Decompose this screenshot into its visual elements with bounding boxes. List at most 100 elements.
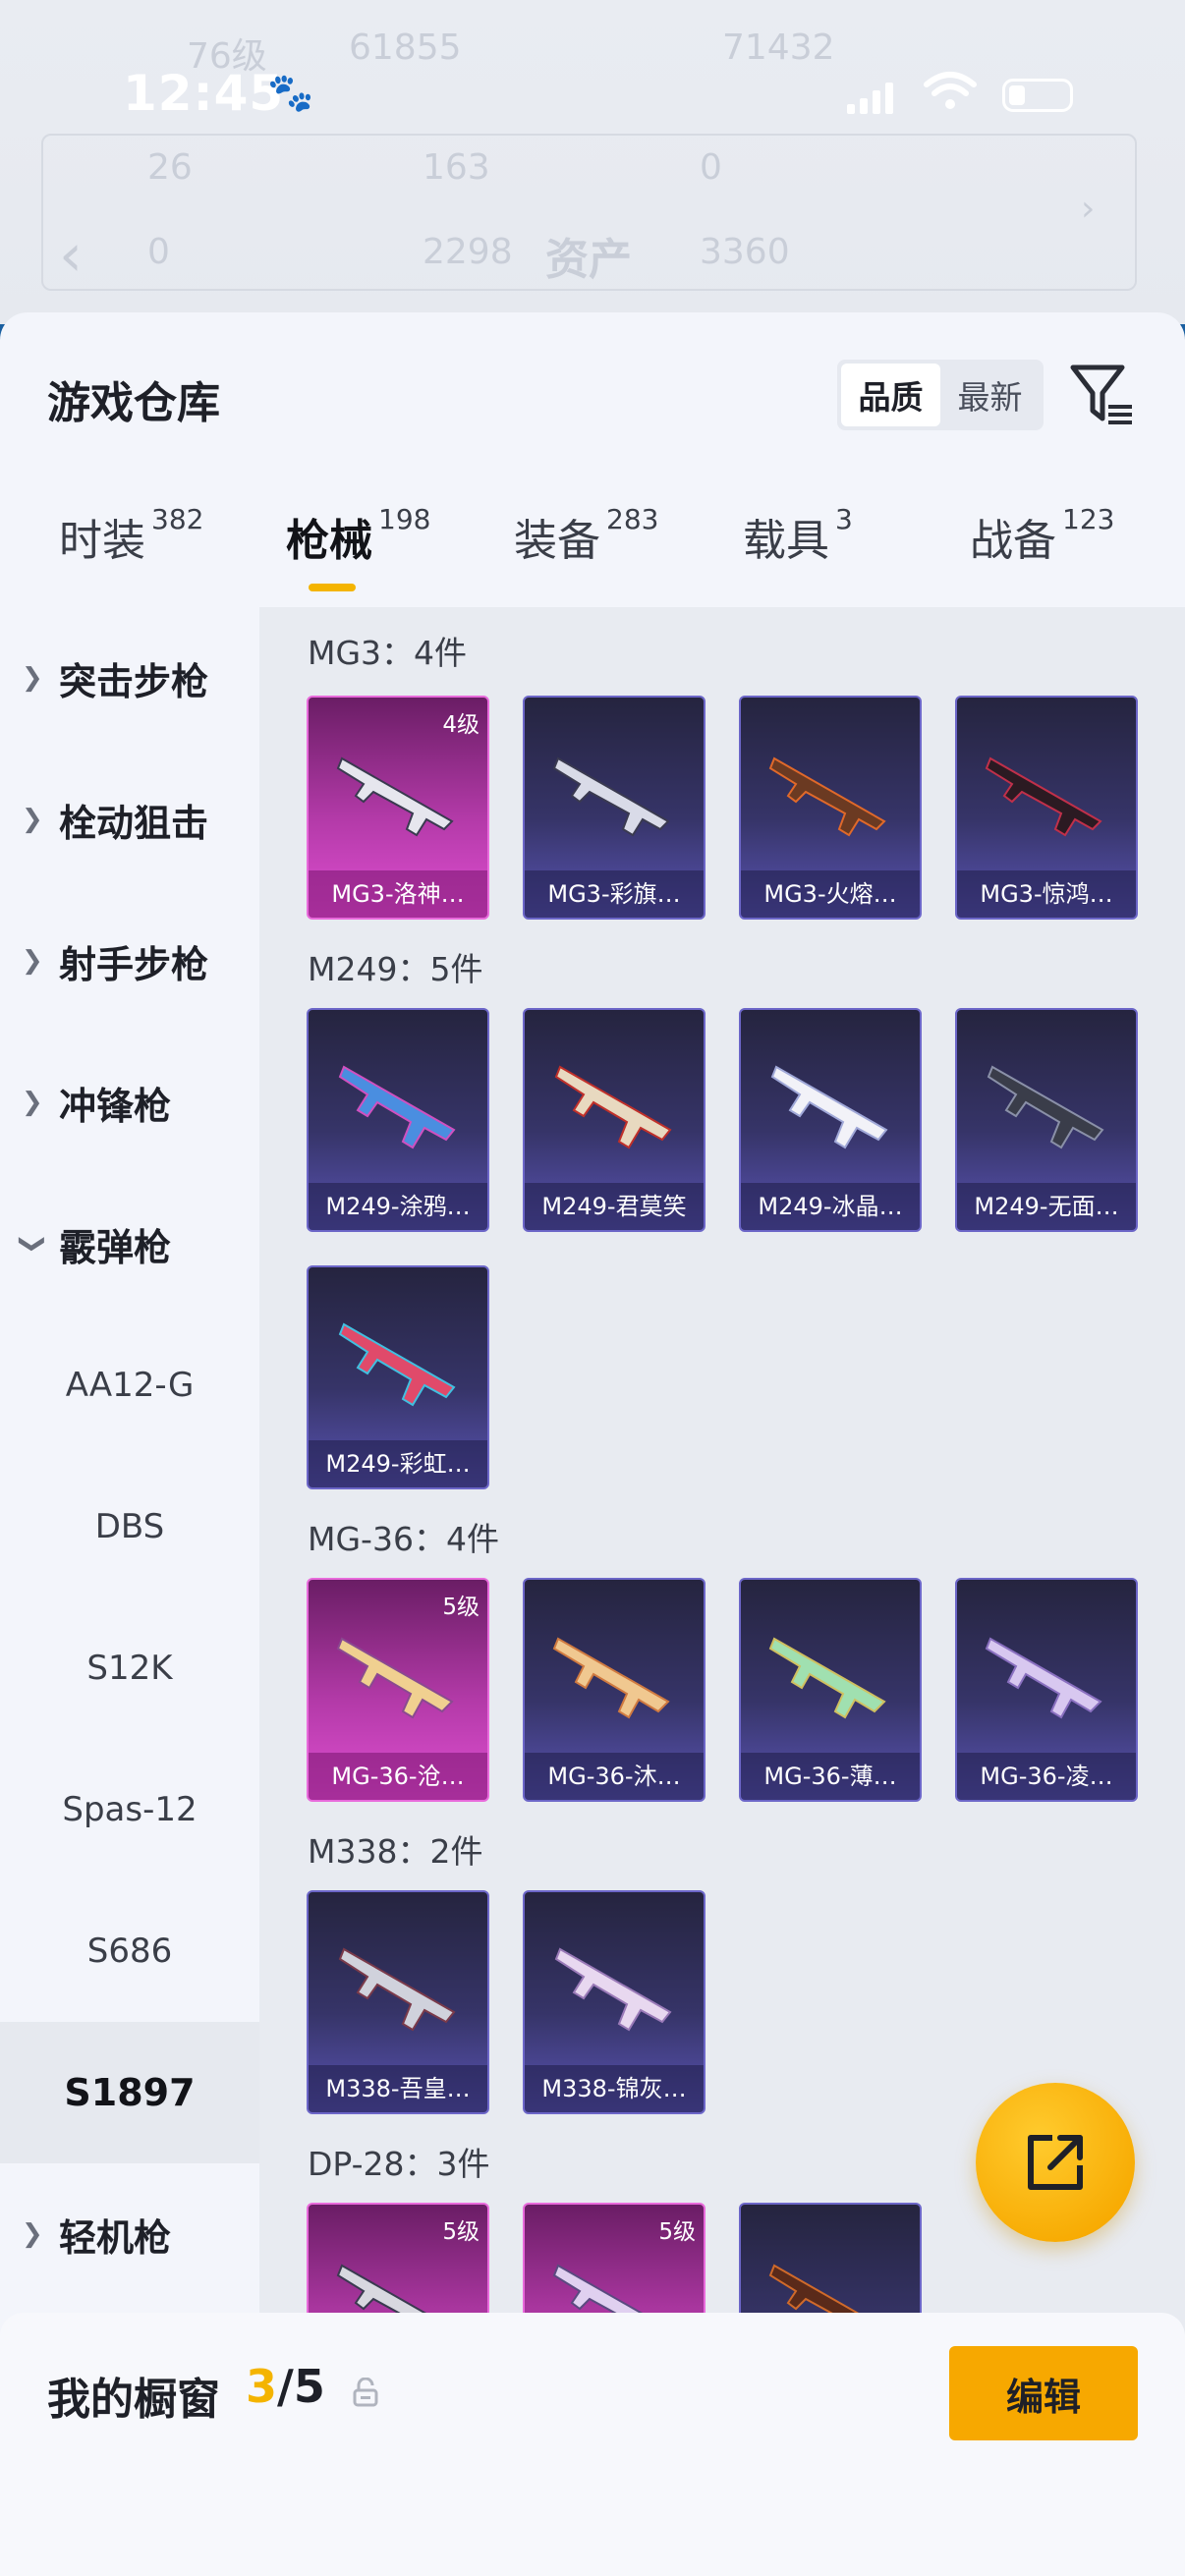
gun-icon: [338, 1065, 456, 1149]
sheet-title: 游戏仓库: [47, 378, 220, 428]
weapon-card[interactable]: M249-彩虹…: [307, 1265, 489, 1489]
category-smg[interactable]: ❯ 冲锋枪: [0, 1032, 259, 1173]
subcategory-item-selected[interactable]: S1897: [0, 2022, 259, 2163]
bg-stat: 26: [147, 147, 193, 188]
gun-icon: [338, 1322, 456, 1407]
gun-icon: [768, 1637, 886, 1719]
category-marksman-rifle[interactable]: ❯ 射手步枪: [0, 890, 259, 1032]
edit-button[interactable]: 编辑: [949, 2346, 1138, 2440]
gun-icon: [554, 1947, 672, 2032]
weapon-card[interactable]: MG-36-沐…: [523, 1578, 705, 1802]
bg-stat: 0: [147, 232, 170, 272]
share-out-icon: [1028, 2135, 1083, 2190]
category-assault-rifle[interactable]: ❯ 突击步枪: [0, 607, 259, 749]
tab-label: 时装: [59, 516, 145, 566]
bg-stat: 0: [700, 147, 722, 188]
category-lmg[interactable]: ❯ 轻机枪: [0, 2163, 259, 2305]
showcase-bar: 我的橱窗 3/5 编辑: [0, 2313, 1185, 2576]
weapon-name: M249-涂鸦…: [309, 1183, 487, 1230]
subcategory-item[interactable]: S686: [0, 1880, 259, 2022]
category-bolt-sniper[interactable]: ❯ 栓动狙击: [0, 749, 259, 890]
tab-fashion[interactable]: 时装 382: [59, 503, 204, 568]
tab-combat-gear[interactable]: 战备 123: [970, 503, 1115, 568]
battery-icon: [1002, 79, 1073, 112]
gun-icon: [338, 1947, 456, 2032]
tab-firearms[interactable]: 枪械 198: [286, 503, 430, 568]
showcase-title: 我的橱窗: [47, 2375, 220, 2425]
status-time: 12:45: [123, 65, 285, 122]
weapon-card[interactable]: MG3-彩旗…: [523, 696, 705, 920]
level-badge: 5级: [658, 2219, 696, 2245]
weapon-name: MG3-火熔…: [741, 870, 920, 918]
category-label: 霰弹枪: [59, 1225, 172, 1269]
group-title: DP-28：3件: [308, 2145, 490, 2183]
category-shotgun[interactable]: ❯ 霰弹枪: [0, 1173, 259, 1315]
weapon-name: MG-36-沐…: [525, 1753, 704, 1800]
gun-icon: [768, 756, 886, 837]
tab-vehicles[interactable]: 载具 3: [743, 503, 853, 568]
tab-count: 382: [151, 503, 204, 535]
bg-stat: 163: [423, 147, 490, 188]
tab-count: 123: [1062, 503, 1115, 535]
weapon-name: M249-冰晶…: [741, 1183, 920, 1230]
sort-toggle: 品质 最新: [837, 360, 1044, 430]
share-button[interactable]: [976, 2083, 1135, 2242]
weapon-card[interactable]: M338-吾皇…: [307, 1890, 489, 2114]
category-tabs: 时装 382 枪械 198 装备 283 载具 3 战备 123: [0, 503, 1185, 603]
bg-stat: 71432: [722, 28, 835, 68]
background-header: 76级 61855 71432 26 163 0 ‹ 0 2298 资产 336…: [0, 0, 1185, 324]
gun-icon: [552, 1637, 670, 1719]
chevron-right-icon: ❯: [22, 946, 43, 976]
weapon-card[interactable]: MG-36-薄…: [739, 1578, 922, 1802]
weapon-card[interactable]: MG-36-凌…: [955, 1578, 1138, 1802]
group-title: MG3：4件: [308, 634, 468, 672]
lock-icon: [353, 2378, 378, 2407]
weapon-card[interactable]: M249-冰晶…: [739, 1008, 922, 1232]
subcategory-item[interactable]: AA12-G: [0, 1315, 259, 1456]
weapon-card[interactable]: M249-君莫笑: [523, 1008, 705, 1232]
gun-icon: [770, 1065, 888, 1149]
category-label: 射手步枪: [59, 942, 209, 986]
weapon-card[interactable]: MG3-火熔…: [739, 696, 922, 920]
weapon-card[interactable]: 5级 MG-36-沧…: [307, 1578, 489, 1802]
sort-newest[interactable]: 最新: [940, 364, 1040, 426]
tab-count: 283: [606, 503, 659, 535]
group-title: M338：2件: [308, 1832, 483, 1871]
showcase-count: 3/5: [246, 2360, 325, 2413]
level-badge: 4级: [442, 712, 480, 738]
subcategory-item[interactable]: DBS: [0, 1456, 259, 1597]
gun-icon: [336, 756, 454, 837]
bg-stat: 2298: [423, 232, 513, 272]
category-label: 轻机枪: [59, 2215, 172, 2260]
category-label: 突击步枪: [59, 659, 209, 703]
weapon-name: MG-36-沧…: [309, 1753, 487, 1800]
level-badge: 5级: [442, 1595, 480, 1620]
subcategory-item[interactable]: S12K: [0, 1597, 259, 1739]
bg-stat: 3360: [700, 232, 790, 272]
weapon-name: MG-36-凌…: [957, 1753, 1136, 1800]
signal-icon: [847, 81, 893, 114]
weapon-card[interactable]: M338-锦灰…: [523, 1890, 705, 2114]
chevron-right-icon: ❯: [22, 663, 43, 693]
tab-label: 装备: [514, 516, 600, 566]
weapon-card[interactable]: MG3-惊鸿…: [955, 696, 1138, 920]
group-title: M249：5件: [308, 950, 483, 988]
weapon-name: M249-彩虹…: [309, 1440, 487, 1487]
chevron-right-icon: ❯: [22, 1088, 43, 1117]
weapon-card[interactable]: 4级 MG3-洛神…: [307, 696, 489, 920]
weapon-card[interactable]: M249-涂鸦…: [307, 1008, 489, 1232]
weapon-category-list: ❯ 突击步枪 ❯ 栓动狙击 ❯ 射手步枪 ❯ 冲锋枪 ❯ 霰弹枪 AA12-G …: [0, 607, 259, 2458]
chevron-right-icon: ❯: [22, 2219, 43, 2249]
tab-equipment[interactable]: 装备 283: [514, 503, 659, 568]
bg-chevron-icon: ›: [1081, 189, 1096, 229]
gun-icon: [985, 1637, 1102, 1719]
filter-icon[interactable]: [1069, 362, 1136, 428]
subcategory-item[interactable]: Spas-12: [0, 1739, 259, 1880]
category-label: 栓动狙击: [59, 801, 209, 845]
gun-icon: [552, 756, 670, 837]
tab-label: 枪械: [286, 516, 372, 566]
weapon-name: MG3-彩旗…: [525, 870, 704, 918]
weapon-card[interactable]: M249-无面…: [955, 1008, 1138, 1232]
weapon-name: MG3-洛神…: [309, 870, 487, 918]
sort-quality[interactable]: 品质: [841, 364, 940, 426]
